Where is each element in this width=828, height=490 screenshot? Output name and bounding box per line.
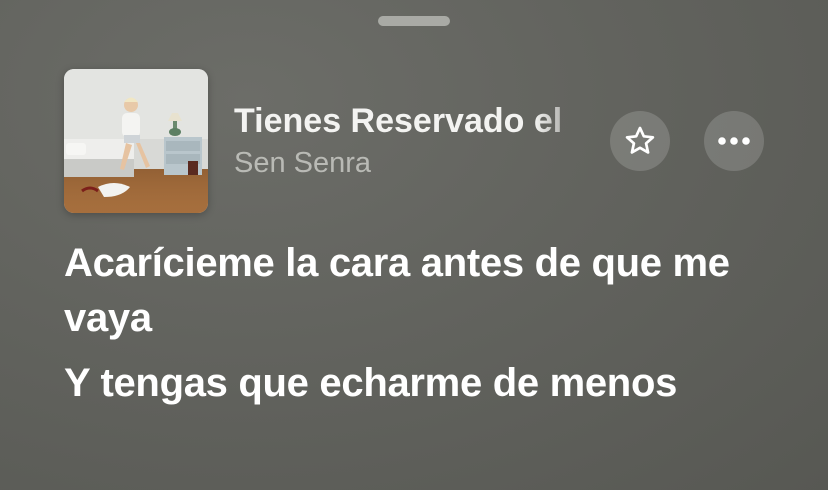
album-artwork[interactable] [64, 69, 208, 213]
track-artist: Sen Senra [234, 147, 372, 179]
lyric-line[interactable]: Acarícieme la cara antes de que me vaya [64, 236, 804, 346]
star-icon [625, 126, 655, 154]
album-artwork-image [64, 69, 208, 213]
ellipsis-icon [718, 137, 750, 145]
track-info[interactable]: Tienes Reservado el Sen Senra [234, 101, 600, 181]
sheet-grabber-handle[interactable] [378, 16, 450, 26]
track-title: Tienes Reservado el [234, 102, 563, 140]
lyrics-panel[interactable]: Acarícieme la cara antes de que me vaya … [64, 236, 804, 421]
lyric-line[interactable]: Y tengas que echarme de menos [64, 356, 804, 411]
more-options-button[interactable] [704, 111, 764, 171]
favorite-button[interactable] [610, 111, 670, 171]
